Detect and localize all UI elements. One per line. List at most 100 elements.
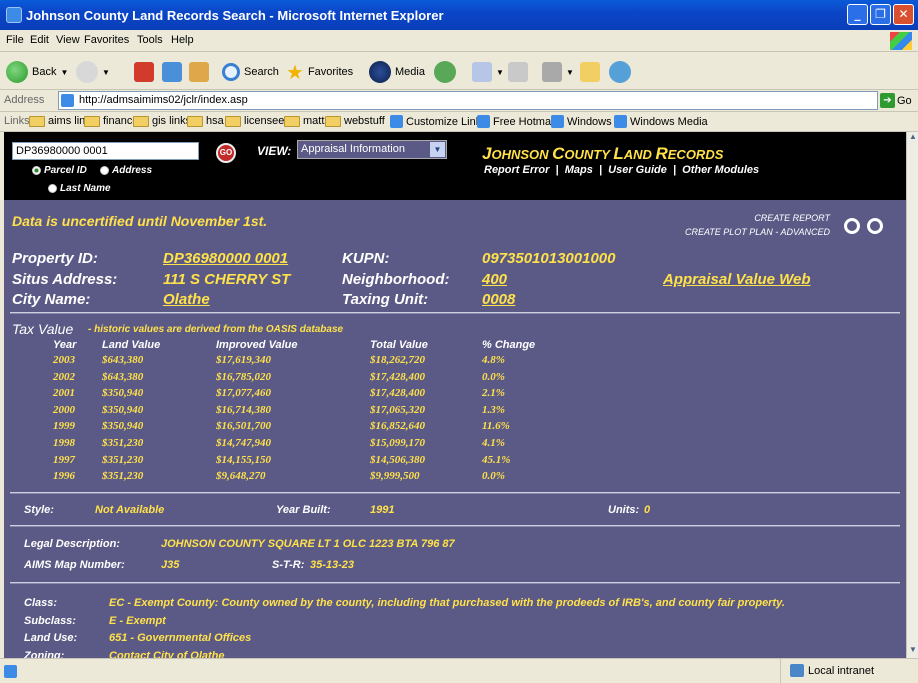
history-button[interactable] <box>434 61 456 83</box>
home-button[interactable] <box>189 61 209 83</box>
tax-value-title: Tax Value <box>12 321 74 337</box>
create-plot-plan-link[interactable]: CREATE PLOT PLAN - ADVANCED <box>685 227 830 237</box>
menu-view[interactable]: View <box>56 34 80 46</box>
messenger-button[interactable] <box>609 61 631 83</box>
security-zone-label: Local intranet <box>808 665 875 677</box>
intranet-zone-icon <box>790 664 804 677</box>
zoning-value: Contact City of Olathe <box>109 650 225 658</box>
link-label: licensee <box>244 115 285 127</box>
menu-help[interactable]: Help <box>171 34 194 46</box>
radio-selected-icon <box>32 166 41 175</box>
history-icon <box>434 61 456 83</box>
star-icon: ★ <box>286 61 304 84</box>
menu-favorites[interactable]: Favorites <box>84 34 129 46</box>
menu-tools[interactable]: Tools <box>137 34 163 46</box>
str-value: 35-13-23 <box>310 559 355 571</box>
close-button[interactable]: ✕ <box>893 4 914 25</box>
search-go-button[interactable]: GO <box>216 143 236 163</box>
radio-last-name[interactable]: Last Name <box>48 183 111 194</box>
links-label: Links <box>4 115 30 127</box>
parcel-id-input[interactable]: DP36980000 0001 <box>12 142 199 160</box>
link-licensee[interactable]: licensee <box>225 115 284 127</box>
folder-icon <box>325 115 341 127</box>
year-cell: 2001 <box>53 387 75 399</box>
back-arrow-icon <box>6 61 28 83</box>
radio-label: Last Name <box>60 183 111 194</box>
link-label: Customize Links <box>406 115 487 128</box>
report-error-link[interactable]: Report Error <box>484 164 549 176</box>
land-value-cell: $350,940 <box>102 404 144 416</box>
radio-icon <box>100 166 109 175</box>
units-value: 0 <box>644 504 651 516</box>
class-value: EC - Exempt County: County owned by the … <box>109 597 785 609</box>
refresh-button[interactable] <box>162 61 182 83</box>
property-id-link[interactable]: DP36980000 0001 <box>163 250 288 267</box>
city-name-link[interactable]: Olathe <box>163 291 210 308</box>
year-cell: 2003 <box>53 354 75 366</box>
page-icon <box>614 115 627 128</box>
print-button[interactable] <box>508 61 528 83</box>
link-hsa[interactable]: hsa <box>187 115 224 127</box>
user-guide-link[interactable]: User Guide <box>608 164 667 176</box>
improved-value-cell: $14,155,150 <box>216 454 271 466</box>
scroll-up-icon[interactable]: ▲ <box>907 132 918 144</box>
other-modules-link[interactable]: Other Modules <box>682 164 759 176</box>
menu-edit[interactable]: Edit <box>30 34 49 46</box>
link-free-hotmail[interactable]: Free Hotmail <box>477 115 556 128</box>
city-name-label: City Name: <box>12 291 91 308</box>
col-header-total-value: Total Value <box>370 339 428 351</box>
stop-button[interactable] <box>134 61 154 83</box>
folder-icon <box>187 115 203 127</box>
link-matt[interactable]: matt <box>284 115 324 127</box>
media-button[interactable]: Media <box>369 61 425 83</box>
maximize-button[interactable]: ❐ <box>870 4 891 25</box>
search-button[interactable]: Search <box>222 61 279 83</box>
menu-file[interactable]: File <box>6 34 24 46</box>
year-cell: 1999 <box>53 420 75 432</box>
link-webstuff[interactable]: webstuff <box>325 115 385 127</box>
address-label: Address <box>4 94 45 106</box>
radio-parcel-id[interactable]: Parcel ID <box>32 165 87 176</box>
link-gis-links[interactable]: gis links <box>133 115 191 127</box>
edit-button[interactable]: ▼ <box>542 61 574 83</box>
vertical-scrollbar[interactable]: ▲ ▼ <box>906 132 918 658</box>
address-input[interactable]: http://admsaimims02/jclr/index.asp <box>58 91 878 110</box>
view-select[interactable]: Appraisal Information ▼ <box>297 140 447 159</box>
property-id-label: Property ID: <box>12 250 98 267</box>
maps-link[interactable]: Maps <box>565 164 593 176</box>
mail-icon <box>472 62 492 82</box>
create-report-link[interactable]: CREATE REPORT <box>754 213 830 223</box>
scroll-down-icon[interactable]: ▼ <box>907 645 918 657</box>
search-label: Search <box>244 66 279 78</box>
link-windows[interactable]: Windows <box>551 115 612 128</box>
address-bar: Address http://admsaimims02/jclr/index.a… <box>0 90 918 112</box>
percent-change-cell: 4.8% <box>482 354 505 366</box>
radio-address[interactable]: Address <box>100 165 152 176</box>
folder-icon <box>580 62 600 82</box>
go-button[interactable]: ➔ Go <box>880 93 912 108</box>
favorites-button[interactable]: ★ Favorites <box>286 61 353 84</box>
land-use-value: 651 - Governmental Offices <box>109 632 252 644</box>
mail-button[interactable]: ▼ <box>472 61 504 83</box>
previous-record-icon[interactable] <box>844 218 860 234</box>
appraisal-value-web-link[interactable]: Appraisal Value Web <box>663 271 811 288</box>
neighborhood-link[interactable]: 400 <box>482 271 507 288</box>
chevron-down-icon: ▼ <box>430 142 445 157</box>
taxing-unit-link[interactable]: 0008 <box>482 291 515 308</box>
divider <box>10 492 900 494</box>
link-windows-media[interactable]: Windows Media <box>614 115 708 128</box>
link-label: Windows Media <box>630 115 708 128</box>
page-icon <box>551 115 564 128</box>
forward-button[interactable]: ▼ <box>76 61 110 83</box>
link-label: Windows <box>567 115 612 128</box>
divider <box>10 582 900 584</box>
link-finance[interactable]: finance <box>84 115 138 127</box>
link-customize-links[interactable]: Customize Links <box>390 115 487 128</box>
next-record-icon[interactable] <box>867 218 883 234</box>
page-icon <box>4 665 17 678</box>
back-button[interactable]: Back ▼ <box>6 61 68 83</box>
minimize-button[interactable]: _ <box>847 4 868 25</box>
improved-value-cell: $17,077,460 <box>216 387 271 399</box>
go-arrow-icon: ➔ <box>880 93 895 108</box>
folder-button[interactable] <box>580 61 600 83</box>
